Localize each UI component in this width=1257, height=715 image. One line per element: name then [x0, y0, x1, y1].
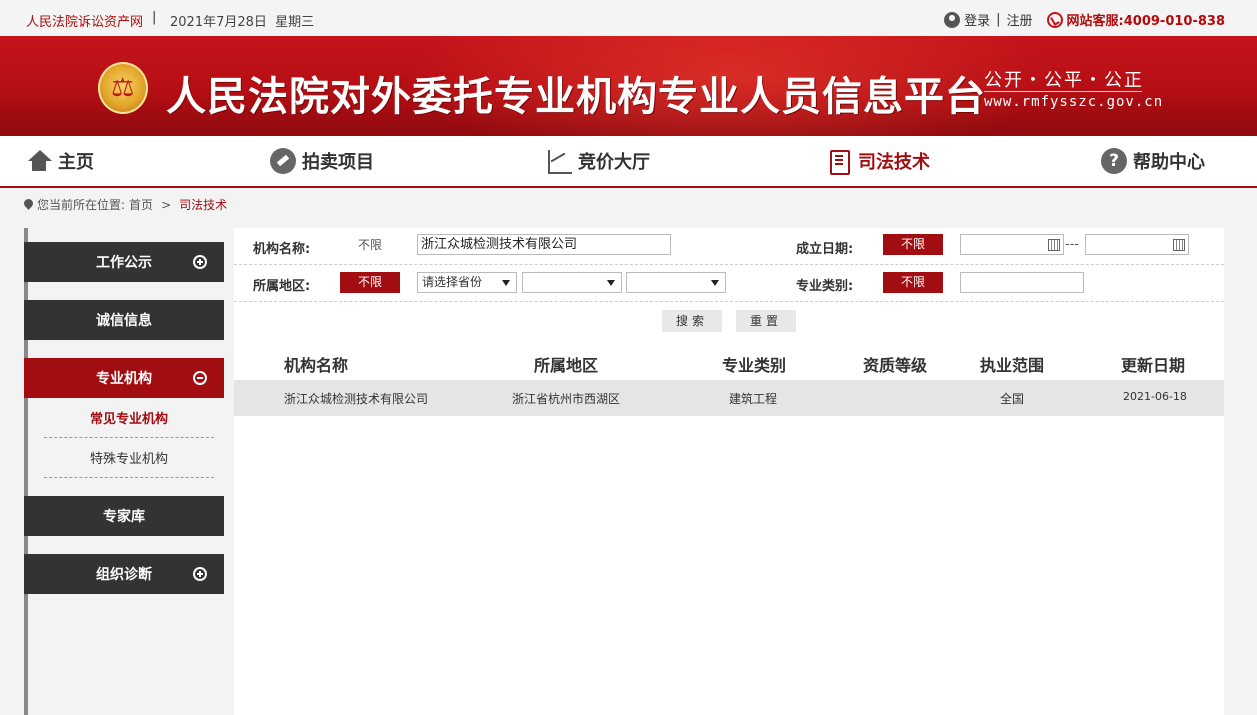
book-icon	[826, 148, 852, 175]
breadcrumb-home-link[interactable]: 首页	[129, 196, 153, 213]
org-name-unlimited-option[interactable]: 不限	[340, 235, 400, 256]
category-unlimited-option[interactable]: 不限	[883, 272, 943, 293]
sidebar-item-label: 专家库	[103, 509, 145, 525]
breadcrumb-prefix: 您当前所在位置:	[37, 198, 126, 212]
platform-slogan: 公开・公平・公正	[984, 70, 1144, 91]
search-button[interactable]: 搜索	[662, 310, 722, 332]
founded-to-input[interactable]	[1085, 234, 1189, 255]
filter-row-1: 机构名称: 不限 浙江众城检测技术有限公司 成立日期: 不限 ---	[234, 228, 1224, 265]
current-date: 2021年7月28日 星期三	[170, 11, 314, 30]
site-name-link[interactable]: 人民法院诉讼资产网	[26, 11, 143, 30]
chevron-down-icon	[502, 280, 510, 286]
column-header-org-name: 机构名称	[284, 356, 349, 375]
main-nav: 主页 拍卖项目 竞价大厅 司法技术 ? 帮助中心	[0, 136, 1257, 188]
column-header-scope: 执业范围	[980, 356, 1045, 375]
cell-scope: 全国	[1000, 392, 1025, 406]
expand-plus-icon[interactable]	[193, 567, 207, 581]
province-select-value: 请选择省份	[422, 275, 483, 289]
help-icon: ?	[1101, 148, 1127, 174]
cell-category: 建筑工程	[729, 392, 778, 406]
breadcrumb: 您当前所在位置: 首页 > 司法技术	[24, 196, 227, 213]
top-separator: |	[152, 10, 157, 25]
main-panel: 机构名称: 不限 浙江众城检测技术有限公司 成立日期: 不限 --- 所属地区:…	[234, 228, 1224, 715]
sidebar-item-org-diagnosis[interactable]: 组织诊断	[24, 554, 224, 594]
founded-date-label: 成立日期:	[796, 242, 854, 257]
sidebar-item-label: 诚信信息	[96, 313, 152, 329]
district-select[interactable]	[626, 272, 726, 293]
collapse-minus-icon[interactable]	[193, 371, 207, 385]
org-name-label: 机构名称:	[253, 242, 311, 257]
weekday-text: 星期三	[275, 15, 315, 30]
sidebar-item-professional-orgs[interactable]: 专业机构	[24, 358, 224, 398]
category-input[interactable]	[960, 272, 1084, 293]
column-header-region: 所属地区	[534, 356, 599, 375]
home-icon	[26, 148, 52, 174]
calendar-icon[interactable]	[1048, 239, 1060, 251]
filter-row-2: 所属地区: 不限 请选择省份 专业类别: 不限	[234, 265, 1224, 302]
slogan-divider	[984, 91, 1142, 92]
cell-org-name[interactable]: 浙江众城检测技术有限公司	[284, 390, 428, 407]
sidebar-item-work-notice[interactable]: 工作公示	[24, 242, 224, 282]
sidebar-item-label: 组织诊断	[96, 567, 152, 583]
phone-icon	[1046, 11, 1063, 28]
founded-unlimited-option[interactable]: 不限	[883, 234, 943, 255]
expand-plus-icon[interactable]	[193, 255, 207, 269]
nav-label: 竞价大厅	[578, 152, 650, 173]
nav-label: 拍卖项目	[302, 152, 374, 173]
sidebar: 工作公示 诚信信息 专业机构 常见专业机构 特殊专业机构 专家库 组织诊断	[24, 228, 224, 715]
platform-url: www.rmfysszc.gov.cn	[984, 94, 1164, 110]
top-right-links: 登录 | 注册 网站客服:4009-010-838	[944, 10, 1225, 29]
nav-item-help[interactable]: ? 帮助中心	[1101, 148, 1205, 174]
cell-region: 浙江省杭州市西湖区	[512, 392, 621, 406]
nav-label: 司法技术	[858, 152, 930, 173]
nav-item-auction[interactable]: 拍卖项目	[270, 148, 374, 174]
login-link[interactable]: 登录	[964, 10, 990, 29]
date-range-separator: ---	[1065, 237, 1080, 252]
city-select[interactable]	[522, 272, 622, 293]
location-pin-icon	[24, 199, 33, 211]
table-row[interactable]: 浙江众城检测技术有限公司 浙江省杭州市西湖区 建筑工程 全国 2021-06-1…	[234, 380, 1224, 416]
platform-title: 人民法院对外委托专业机构专业人员信息平台	[166, 74, 986, 120]
nav-item-home[interactable]: 主页	[26, 148, 94, 174]
court-emblem-icon	[98, 62, 148, 114]
nav-item-judicial-tech[interactable]: 司法技术	[826, 148, 930, 175]
sidebar-item-credit-info[interactable]: 诚信信息	[24, 300, 224, 340]
column-header-qualification: 资质等级	[863, 356, 928, 375]
calendar-icon[interactable]	[1173, 239, 1185, 251]
chevron-down-icon	[607, 280, 615, 286]
submenu-item-special-orgs[interactable]: 特殊专业机构	[44, 442, 214, 478]
date-text: 2021年7月28日	[170, 15, 267, 30]
customer-service-hotline: 网站客服:4009-010-838	[1066, 14, 1225, 29]
nav-item-bidding-hall[interactable]: 竞价大厅	[546, 148, 650, 174]
sidebar-item-expert-pool[interactable]: 专家库	[24, 496, 224, 536]
login-register-divider: |	[996, 12, 1001, 27]
region-label: 所属地区:	[253, 279, 311, 294]
sidebar-item-label: 工作公示	[96, 255, 152, 271]
breadcrumb-separator: >	[161, 197, 172, 212]
cell-updated: 2021-06-18	[1123, 390, 1187, 403]
header-banner: 人民法院对外委托专业机构专业人员信息平台 公开・公平・公正 www.rmfyss…	[0, 36, 1257, 136]
submenu-item-common-orgs[interactable]: 常见专业机构	[44, 402, 214, 438]
user-icon	[944, 11, 961, 28]
top-bar: 人民法院诉讼资产网 | 2021年7月28日 星期三 登录 | 注册 网站客服:…	[0, 0, 1257, 36]
column-header-category: 专业类别	[722, 356, 787, 375]
nav-label: 帮助中心	[1133, 152, 1205, 173]
chevron-down-icon	[711, 280, 719, 286]
org-name-input[interactable]: 浙江众城检测技术有限公司	[417, 234, 671, 255]
category-label: 专业类别:	[796, 279, 854, 294]
province-select[interactable]: 请选择省份	[417, 272, 517, 293]
reset-button[interactable]: 重置	[736, 310, 796, 332]
nav-label: 主页	[58, 152, 94, 173]
region-unlimited-option[interactable]: 不限	[340, 272, 400, 293]
sidebar-item-label: 专业机构	[96, 371, 152, 387]
breadcrumb-current: 司法技术	[179, 198, 228, 212]
register-link[interactable]: 注册	[1007, 10, 1033, 29]
sidebar-submenu: 常见专业机构 特殊专业机构	[28, 402, 224, 492]
auction-icon	[270, 148, 296, 174]
column-header-updated: 更新日期	[1121, 356, 1186, 375]
chart-icon	[546, 148, 572, 174]
founded-from-input[interactable]	[960, 234, 1064, 255]
